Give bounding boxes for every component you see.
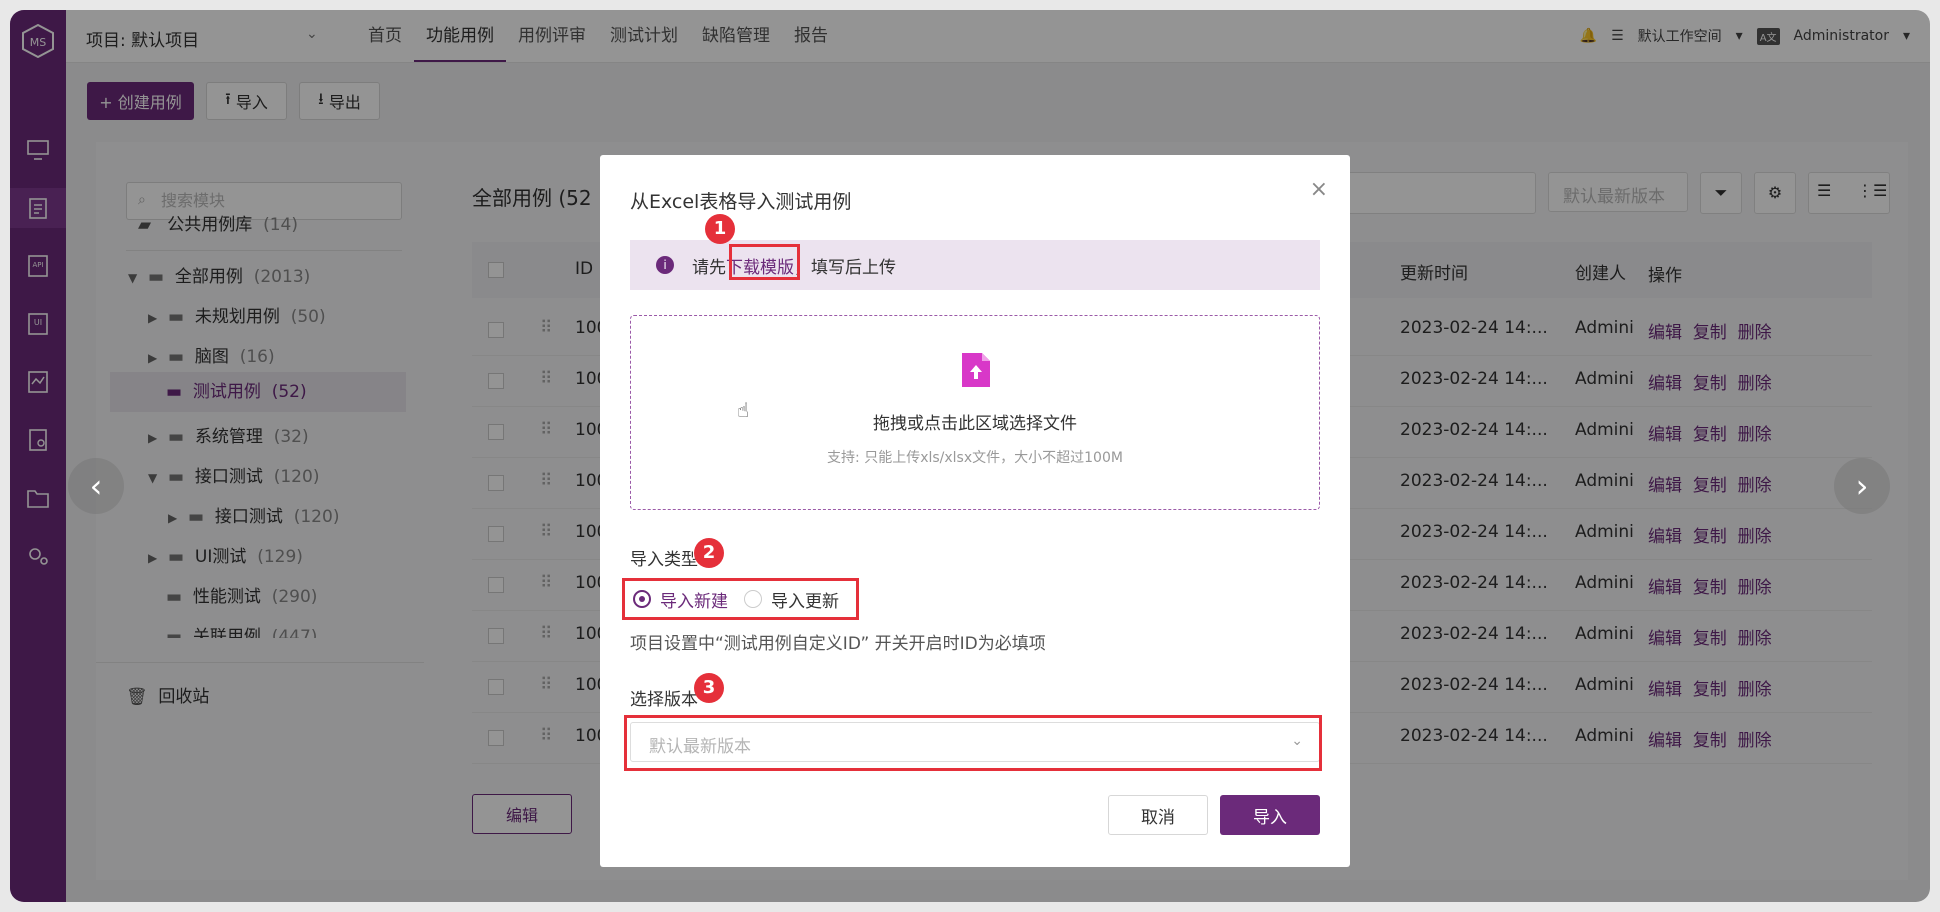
step-badge-1: 1 bbox=[705, 214, 735, 244]
alert-suffix: ，填写后上传 bbox=[794, 258, 896, 278]
app-window: MS API UI 项目: 默认项目 ⌄ 首页 功能用例 用例评审 测试计划 缺… bbox=[10, 10, 1930, 902]
info-icon: i bbox=[656, 256, 674, 274]
file-drop-zone[interactable]: 拖拽或点击此区域选择文件 支持: 只能上传xls/xlsx文件，大小不超过100… bbox=[630, 315, 1320, 510]
step-badge-3: 3 bbox=[694, 673, 724, 703]
hand-cursor-icon: ☝ bbox=[737, 398, 750, 422]
prev-arrow-icon[interactable]: ‹ bbox=[68, 458, 124, 514]
file-upload-icon bbox=[962, 353, 990, 387]
confirm-import-button[interactable]: 导入 bbox=[1220, 795, 1320, 835]
custom-id-note: 项目设置中“测试用例自定义ID” 开关开启时ID为必填项 bbox=[630, 634, 1046, 654]
next-arrow-icon[interactable]: › bbox=[1834, 458, 1890, 514]
close-icon[interactable]: × bbox=[1310, 177, 1328, 202]
dialog-title: 从Excel表格导入测试用例 bbox=[630, 191, 852, 213]
radio-import-new[interactable] bbox=[633, 590, 651, 608]
drop-hint-text: 支持: 只能上传xls/xlsx文件，大小不超过100M bbox=[827, 450, 1123, 466]
highlight-box-3 bbox=[624, 715, 1322, 771]
import-dialog: 从Excel表格导入测试用例 × i 请先下载模版，填写后上传 1 拖拽或点击此… bbox=[600, 155, 1350, 867]
radio-import-update-label[interactable]: 导入更新 bbox=[771, 587, 839, 612]
radio-import-new-label[interactable]: 导入新建 bbox=[660, 587, 728, 612]
cancel-button[interactable]: 取消 bbox=[1108, 795, 1208, 835]
highlight-box-1 bbox=[729, 244, 800, 280]
import-type-label: 导入类型 bbox=[630, 550, 698, 570]
step-badge-2: 2 bbox=[694, 538, 724, 568]
version-label: 选择版本 bbox=[630, 690, 698, 710]
alert-prefix: 请先 bbox=[692, 258, 726, 278]
radio-import-update[interactable] bbox=[744, 590, 762, 608]
drop-main-text: 拖拽或点击此区域选择文件 bbox=[873, 414, 1077, 434]
